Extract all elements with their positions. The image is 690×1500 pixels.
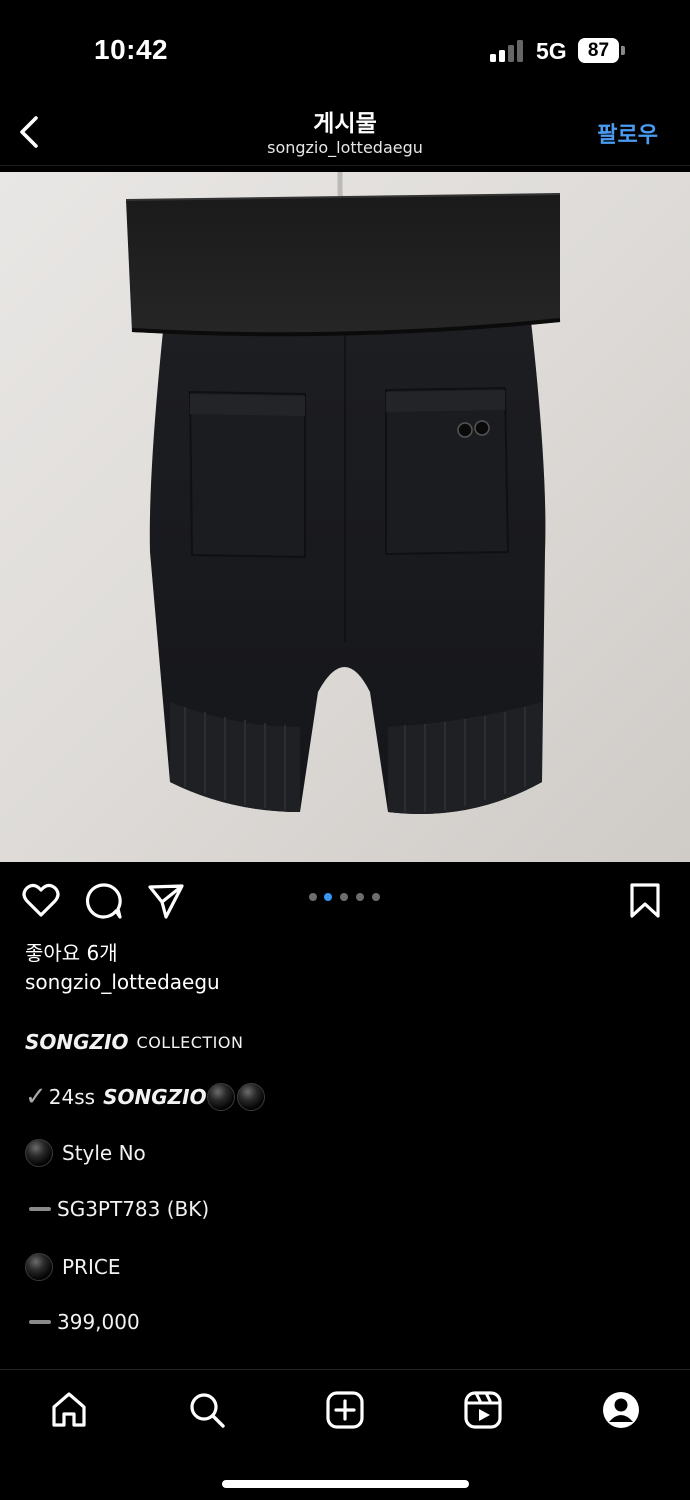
carousel-dot [340,893,348,901]
heart-icon[interactable] [22,882,60,920]
black-circle-icon [206,1083,235,1111]
profile-icon[interactable] [601,1390,641,1430]
caption-line: PRICE [25,1253,120,1281]
create-icon[interactable] [325,1390,365,1430]
caption-price: 399,000 [57,1310,140,1334]
carousel-dot [372,893,380,901]
network-label: 5G [536,38,567,64]
search-icon[interactable] [187,1390,227,1430]
caption-line: ✓ 24ss SONGZIO [25,1082,265,1112]
caption-line: SONGZIO COLLECTION [25,1030,243,1054]
caption-season: 24ss [48,1085,96,1109]
bookmark-icon[interactable] [628,882,662,920]
page-title: 게시물 [313,111,377,137]
home-icon[interactable] [49,1390,89,1430]
share-icon[interactable] [147,882,185,920]
caption-style-number: SG3PT783 (BK) [57,1197,210,1221]
caption-price-label: PRICE [62,1255,121,1279]
home-indicator [222,1480,469,1488]
caption-brand: SONGZIO [103,1085,207,1109]
post-author[interactable]: songzio_lottedaegu [25,970,220,994]
caption-style-label: Style No [62,1141,146,1165]
dash-icon [29,1207,51,1211]
post-actions [0,862,690,938]
carousel-dot [309,893,317,901]
caption-line: Style No [25,1139,146,1167]
caption-brand: SONGZIO [25,1030,129,1054]
header-username[interactable]: songzio_lottedaegu [0,138,690,157]
caption-collection: COLLECTION [136,1032,244,1052]
dash-icon [29,1320,51,1324]
carousel-dot [324,893,332,901]
battery-cap [621,46,625,55]
check-mark-icon: ✓ [25,1082,47,1112]
status-bar: 10:42 5G 87 [0,0,690,100]
caption-line: SG3PT783 (BK) [25,1197,209,1221]
shorts-photo [0,172,690,862]
post-header: 게시물 songzio_lottedaegu 팔로우 [0,100,690,166]
reels-icon[interactable] [463,1390,503,1430]
comment-icon[interactable] [85,882,123,920]
signal-icon [490,40,524,62]
black-circle-icon [236,1083,265,1111]
likes-count[interactable]: 좋아요 6개 [25,937,118,966]
caption-line: 399,000 [25,1310,140,1334]
black-circle-icon [25,1139,53,1167]
black-circle-icon [25,1253,53,1281]
carousel-dot [356,893,364,901]
post-image[interactable] [0,172,690,862]
battery-icon: 87 [578,38,619,63]
status-time: 10:42 [94,34,169,65]
follow-button[interactable]: 팔로우 [597,117,658,149]
